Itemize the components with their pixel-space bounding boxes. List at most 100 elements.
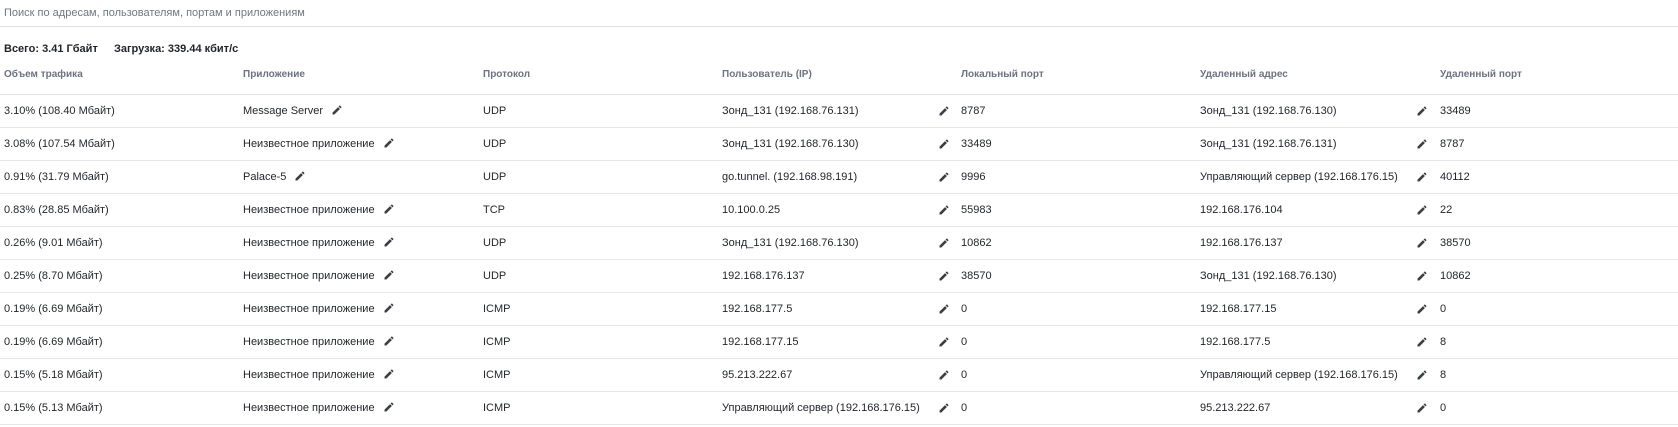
edit-user-pencil-icon[interactable] bbox=[938, 105, 950, 117]
traffic-volume: 0.15% (5.18 Мбайт) bbox=[4, 369, 103, 381]
traffic-volume: 0.91% (31.79 Мбайт) bbox=[4, 171, 109, 183]
table-row[interactable]: 0.26% (9.01 Мбайт) Неизвестное приложение… bbox=[0, 227, 1678, 260]
application-cell: Неизвестное приложение bbox=[243, 293, 395, 325]
table-row[interactable]: 3.10% (108.40 Мбайт) Message Server UDP Зон… bbox=[0, 95, 1678, 128]
table-row[interactable]: 0.83% (28.85 Мбайт) Неизвестное приложени… bbox=[0, 194, 1678, 227]
edit-user-pencil-icon[interactable] bbox=[938, 303, 950, 315]
edit-application-pencil-icon[interactable] bbox=[383, 302, 395, 314]
edit-remote-address-pencil-icon[interactable] bbox=[1416, 237, 1428, 249]
application-name: Неизвестное приложение bbox=[243, 336, 375, 348]
protocol: ICMP bbox=[483, 336, 511, 348]
application-name: Message Server bbox=[243, 105, 324, 117]
total-label: Всего: bbox=[4, 43, 39, 55]
table-row[interactable]: 3.08% (107.54 Мбайт) Неизвестное приложен… bbox=[0, 128, 1678, 161]
traffic-volume: 0.25% (8.70 Мбайт) bbox=[4, 270, 103, 282]
edit-application-pencil-icon[interactable] bbox=[294, 170, 306, 182]
edit-remote-address-pencil-icon[interactable] bbox=[1416, 204, 1428, 216]
column-header-user[interactable]: Пользователь (IP) bbox=[722, 69, 812, 80]
edit-user-pencil-icon[interactable] bbox=[938, 138, 950, 150]
application-name: Неизвестное приложение bbox=[243, 270, 375, 282]
edit-remote-address-pencil-icon[interactable] bbox=[1416, 138, 1428, 150]
table-row[interactable]: 0.19% (6.69 Мбайт) Неизвестное приложение… bbox=[0, 326, 1678, 359]
edit-remote-address-pencil-icon[interactable] bbox=[1416, 303, 1428, 315]
table-row[interactable]: 0.91% (31.79 Мбайт) Palace-5 UDP go.tunnel.… bbox=[0, 161, 1678, 194]
edit-remote-address-pencil-icon[interactable] bbox=[1416, 336, 1428, 348]
application-name: Неизвестное приложение bbox=[243, 303, 375, 315]
traffic-volume: 0.15% (5.13 Мбайт) bbox=[4, 402, 103, 414]
application-cell: Message Server bbox=[243, 95, 343, 127]
search-bar bbox=[0, 0, 1678, 27]
protocol: UDP bbox=[483, 171, 507, 183]
edit-remote-address-pencil-icon[interactable] bbox=[1416, 171, 1428, 183]
edit-user-pencil-icon[interactable] bbox=[938, 336, 950, 348]
protocol: UDP bbox=[483, 105, 507, 117]
local-port: 9996 bbox=[961, 171, 986, 183]
remote-port: 10862 bbox=[1440, 270, 1471, 282]
edit-application-pencil-icon[interactable] bbox=[383, 203, 395, 215]
local-port: 55983 bbox=[961, 204, 992, 216]
edit-application-pencil-icon[interactable] bbox=[383, 335, 395, 347]
user-ip: Зонд_131 (192.168.76.130) bbox=[722, 237, 859, 249]
table-row[interactable]: 0.19% (6.69 Мбайт) Неизвестное приложение… bbox=[0, 293, 1678, 326]
protocol: ICMP bbox=[483, 303, 511, 315]
column-header-traffic[interactable]: Объем трафика bbox=[4, 69, 83, 80]
edit-user-pencil-icon[interactable] bbox=[938, 237, 950, 249]
load-value: 339.44 кбит/с bbox=[167, 43, 239, 55]
edit-remote-address-pencil-icon[interactable] bbox=[1416, 369, 1428, 381]
edit-remote-address-pencil-icon[interactable] bbox=[1416, 105, 1428, 117]
traffic-volume: 0.83% (28.85 Мбайт) bbox=[4, 204, 109, 216]
edit-application-pencil-icon[interactable] bbox=[383, 368, 395, 380]
application-name: Неизвестное приложение bbox=[243, 138, 375, 150]
application-name: Неизвестное приложение bbox=[243, 402, 375, 414]
column-header-local-port[interactable]: Локальный порт bbox=[961, 69, 1044, 80]
local-port: 33489 bbox=[961, 138, 992, 150]
protocol: UDP bbox=[483, 270, 507, 282]
edit-remote-address-pencil-icon[interactable] bbox=[1416, 402, 1428, 414]
edit-application-pencil-icon[interactable] bbox=[383, 137, 395, 149]
total-value: 3.41 Гбайт bbox=[42, 43, 98, 55]
remote-port: 40112 bbox=[1440, 171, 1470, 183]
edit-application-pencil-icon[interactable] bbox=[383, 401, 395, 413]
application-cell: Неизвестное приложение bbox=[243, 392, 395, 424]
traffic-volume: 0.26% (9.01 Мбайт) bbox=[4, 237, 103, 249]
remote-address: Зонд_131 (192.168.76.131) bbox=[1200, 138, 1337, 150]
table-row[interactable]: 0.15% (5.18 Мбайт) Неизвестное приложение… bbox=[0, 359, 1678, 392]
protocol: UDP bbox=[483, 237, 507, 249]
user-ip: 192.168.176.137 bbox=[722, 270, 805, 282]
application-cell: Palace-5 bbox=[243, 161, 306, 193]
remote-address: Управляющий сервер (192.168.176.15) bbox=[1200, 171, 1398, 183]
edit-application-pencil-icon[interactable] bbox=[331, 104, 343, 116]
table-row[interactable]: 0.15% (5.13 Мбайт) Неизвестное приложение… bbox=[0, 392, 1678, 425]
edit-remote-address-pencil-icon[interactable] bbox=[1416, 270, 1428, 282]
remote-port: 8 bbox=[1440, 336, 1447, 348]
column-header-remote-port[interactable]: Удаленный порт bbox=[1440, 69, 1522, 80]
remote-port: 8787 bbox=[1440, 138, 1465, 150]
remote-port: 0 bbox=[1440, 402, 1447, 414]
edit-user-pencil-icon[interactable] bbox=[938, 204, 950, 216]
search-input[interactable] bbox=[0, 0, 1678, 26]
traffic-table-body: 3.10% (108.40 Мбайт) Message Server UDP Зон… bbox=[0, 95, 1678, 425]
remote-address: Зонд_131 (192.168.76.130) bbox=[1200, 105, 1337, 117]
traffic-volume: 0.19% (6.69 Мбайт) bbox=[4, 336, 103, 348]
protocol: ICMP bbox=[483, 369, 511, 381]
column-header-protocol[interactable]: Протокол bbox=[483, 69, 530, 80]
edit-application-pencil-icon[interactable] bbox=[383, 236, 395, 248]
application-name: Palace-5 bbox=[243, 171, 287, 183]
edit-user-pencil-icon[interactable] bbox=[938, 369, 950, 381]
remote-address: Управляющий сервер (192.168.176.15) bbox=[1200, 369, 1398, 381]
column-header-remote-address[interactable]: Удаленный адрес bbox=[1200, 69, 1288, 80]
remote-address: 192.168.177.5 bbox=[1200, 336, 1271, 348]
edit-application-pencil-icon[interactable] bbox=[383, 269, 395, 281]
edit-user-pencil-icon[interactable] bbox=[938, 402, 950, 414]
edit-user-pencil-icon[interactable] bbox=[938, 270, 950, 282]
traffic-volume: 3.08% (107.54 Мбайт) bbox=[4, 138, 115, 150]
column-header-application[interactable]: Приложение bbox=[243, 69, 305, 80]
protocol: TCP bbox=[483, 204, 505, 216]
user-ip: 10.100.0.25 bbox=[722, 204, 781, 216]
edit-user-pencil-icon[interactable] bbox=[938, 171, 950, 183]
protocol: ICMP bbox=[483, 402, 511, 414]
application-cell: Неизвестное приложение bbox=[243, 326, 395, 358]
local-port: 10862 bbox=[961, 237, 992, 249]
application-cell: Неизвестное приложение bbox=[243, 227, 395, 259]
table-row[interactable]: 0.25% (8.70 Мбайт) Неизвестное приложение… bbox=[0, 260, 1678, 293]
